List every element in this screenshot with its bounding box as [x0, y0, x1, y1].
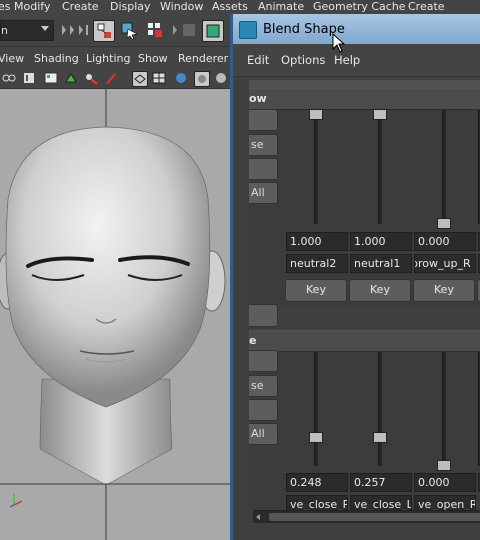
window-title-bar[interactable]: Blend Shape	[233, 14, 480, 44]
perspective-viewport[interactable]	[0, 89, 232, 540]
slider-track-neutral1[interactable]	[378, 110, 382, 224]
mode-dropdown-value: n	[1, 24, 8, 37]
menu-item-window[interactable]: Window	[160, 0, 203, 14]
viewport-menu-show[interactable]: Show	[138, 52, 168, 65]
menu-item-modify[interactable]: Modify	[14, 0, 50, 14]
key-button-neutral2[interactable]: Key	[285, 279, 347, 302]
smooth-shade-icon[interactable]	[174, 71, 188, 85]
weight-field-neutral1[interactable]: 1.000	[350, 232, 412, 251]
dialog-menu-edit[interactable]: Edit	[247, 53, 269, 67]
viewport-menu-renderer[interactable]: Renderer	[178, 52, 228, 65]
viewport-menu-lighting[interactable]: Lighting	[86, 52, 130, 65]
main-menu-bar: es Modify Create Display Window Assets A…	[0, 0, 480, 27]
section2-side-button-2[interactable]: se	[249, 375, 278, 397]
camera-gate-icon[interactable]	[64, 71, 78, 85]
slider-handle-eye-close-r[interactable]	[309, 432, 323, 443]
weight-field-eye-close-r[interactable]: 0.248	[286, 473, 348, 492]
viewport-menu-shading[interactable]: Shading	[34, 52, 79, 65]
weight-field-brow-up-r[interactable]: 0.000	[414, 232, 476, 251]
section1-side-button-2[interactable]: se	[249, 134, 278, 156]
slider-track-eye-close-r[interactable]	[314, 352, 318, 466]
section-header-eye: e	[249, 330, 480, 352]
select-object-icon[interactable]	[119, 20, 139, 40]
target-name-neutral1[interactable]: neutral1	[350, 254, 412, 273]
select-component-icon[interactable]	[145, 20, 165, 40]
xray-joints-icon[interactable]	[84, 71, 98, 85]
slider-handle-brow-up-r[interactable]	[437, 218, 451, 229]
scroll-left-arrow-icon[interactable]	[256, 514, 260, 520]
arrow-icons	[60, 22, 90, 38]
select-hierarchy-icon[interactable]	[93, 20, 115, 42]
menu-item-geometry-cache[interactable]: Geometry Cache	[313, 0, 406, 14]
menu-item-display[interactable]: Display	[110, 0, 151, 14]
menu-item-animate[interactable]: Animate	[258, 0, 304, 14]
slider-track-eye-close-l[interactable]	[378, 352, 382, 466]
grip-icon	[171, 21, 199, 39]
slider-track-neutral2[interactable]	[314, 110, 318, 224]
section-collapse-button[interactable]	[249, 304, 278, 327]
pen-icon[interactable]	[104, 71, 118, 85]
section2-side-button-3[interactable]	[249, 399, 278, 421]
menu-item-create[interactable]: Create	[62, 0, 99, 14]
section2-side-button-all[interactable]: All	[249, 423, 278, 445]
image-plane-icon[interactable]	[44, 71, 58, 85]
target-name-neutral2[interactable]: neutral2	[286, 254, 348, 273]
lighting-icon[interactable]	[214, 71, 228, 85]
target-name-brow-up-r[interactable]: brow_up_R	[414, 254, 476, 273]
mode-dropdown[interactable]: n	[0, 20, 54, 41]
slider-track-brow-up-r[interactable]	[442, 110, 446, 224]
viewport-panel-menu: View Shading Lighting Show Renderer	[0, 47, 232, 68]
horizontal-scrollbar[interactable]	[253, 510, 480, 523]
slider-handle-neutral1[interactable]	[373, 109, 387, 120]
blend-shape-window: Blend Shape Edit Options Help ow se All …	[230, 14, 480, 540]
menu-item-es[interactable]: es	[0, 0, 11, 14]
mouse-cursor-icon	[332, 32, 346, 53]
head-model	[0, 89, 232, 540]
weight-field-eye-close-l[interactable]: 0.257	[350, 473, 412, 492]
bookmark-icon[interactable]	[22, 71, 36, 85]
blend-shape-app-icon	[239, 21, 257, 39]
key-button-brow-up-r[interactable]: Key	[413, 279, 475, 302]
viewport-menu-view[interactable]: View	[0, 52, 24, 65]
key-button-neutral1[interactable]: Key	[349, 279, 411, 302]
slider-handle-eye-open-r[interactable]	[437, 460, 451, 471]
wireframe-icon[interactable]	[132, 71, 148, 87]
section1-side-button-3[interactable]	[249, 158, 278, 180]
weight-field-neutral2[interactable]: 1.000	[286, 232, 348, 251]
section1-side-button-all[interactable]: All	[249, 182, 278, 204]
section-header-brow: ow	[249, 88, 480, 110]
camera-attributes-icon[interactable]	[2, 71, 16, 85]
grid-display-icon[interactable]	[152, 71, 166, 85]
weight-field-eye-open-r[interactable]: 0.000	[414, 473, 476, 492]
snap-grid-icon[interactable]	[202, 20, 224, 42]
slider-track-eye-open-r[interactable]	[442, 352, 446, 466]
default-material-icon[interactable]	[194, 71, 210, 87]
menu-item-assets[interactable]: Assets	[212, 0, 248, 14]
section1-side-button-1[interactable]	[249, 109, 278, 131]
top-scroll-strip[interactable]	[249, 80, 480, 88]
chevron-down-icon	[41, 26, 49, 31]
axis-gizmo-icon	[8, 487, 24, 509]
section2-side-button-1[interactable]	[249, 350, 278, 372]
slider-handle-eye-close-l[interactable]	[373, 432, 387, 443]
viewport-toolbar	[0, 68, 232, 89]
dialog-menu-bar: Edit Options Help	[233, 44, 480, 77]
scroll-thumb[interactable]	[269, 513, 480, 521]
dialog-menu-help[interactable]: Help	[334, 53, 360, 67]
dialog-menu-options[interactable]: Options	[281, 53, 325, 67]
slider-handle-neutral2[interactable]	[309, 109, 323, 120]
